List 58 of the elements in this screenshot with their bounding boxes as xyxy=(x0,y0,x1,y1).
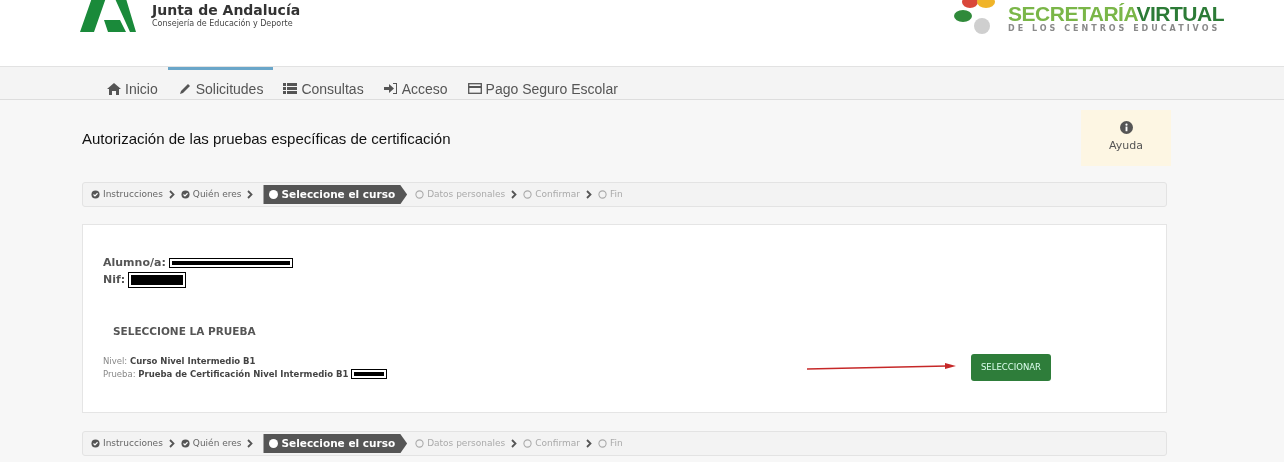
chevron-icon xyxy=(511,439,518,448)
step-item: Fin xyxy=(597,187,623,202)
step-item: Seleccione el curso xyxy=(263,184,408,205)
step-item: Instrucciones xyxy=(91,436,163,451)
organization-name: Junta de Andalucía xyxy=(152,2,301,18)
check-circle-icon xyxy=(91,190,100,199)
check-circle-icon xyxy=(180,190,190,199)
chevron-icon xyxy=(168,439,175,448)
circle-icon xyxy=(415,190,425,199)
level-text: Nivel: Curso Nivel Intermedio B1 xyxy=(103,355,257,368)
chevron-icon xyxy=(247,190,254,199)
brand-subtitle: DE LOS CENTROS EDUCATIVOS xyxy=(1008,24,1222,33)
chevron-icon xyxy=(585,439,592,448)
home-icon xyxy=(107,81,121,95)
info-icon xyxy=(1119,121,1133,135)
circle-icon xyxy=(597,439,607,448)
credit-card-icon xyxy=(467,81,482,95)
chevron-icon xyxy=(511,190,518,199)
circle-icon xyxy=(597,190,607,199)
circle-icon xyxy=(269,439,279,448)
list-icon xyxy=(283,81,298,95)
redaction-mark xyxy=(352,370,387,379)
test-text: Prueba: Prueba de Certificación Nivel Intermedio B1 xyxy=(103,367,349,381)
step-item: Fin xyxy=(597,436,623,451)
nav-tab[interactable]: Solicitudes xyxy=(167,67,274,100)
step-item: Datos personales xyxy=(415,436,506,451)
step-item: Confirmar xyxy=(523,187,580,202)
step-item: Seleccione el curso xyxy=(263,433,408,454)
check-circle-icon xyxy=(180,439,190,448)
help-button[interactable]: Ayuda xyxy=(1081,110,1171,166)
organization-subtitle: Consejería de Educación y Deporte xyxy=(152,18,294,30)
brand-name: SECRETARÍAVIRTUAL xyxy=(1008,3,1224,24)
nav-tab[interactable]: Pago Seguro Escolar xyxy=(457,67,628,100)
redaction-mark xyxy=(129,272,186,287)
student-label: Alumno/a: xyxy=(103,255,166,271)
arrow-icon xyxy=(806,362,957,373)
check-circle-icon xyxy=(91,439,100,448)
chevron-icon xyxy=(585,190,592,199)
circle-icon xyxy=(523,439,533,448)
chevron-icon xyxy=(247,439,254,448)
circle-icon xyxy=(415,439,425,448)
step-item: Datos personales xyxy=(415,187,506,202)
nif-label: Nif: xyxy=(103,271,126,288)
step-item: Instrucciones xyxy=(91,187,163,202)
step-item: Confirmar xyxy=(523,436,580,451)
circle-icon xyxy=(269,190,279,199)
step-item: Quién eres xyxy=(180,187,242,202)
step-item: Quién eres xyxy=(180,436,242,451)
login-icon xyxy=(383,81,398,95)
nav-tab[interactable]: Inicio xyxy=(97,67,168,100)
pencil-icon xyxy=(177,81,192,95)
chevron-icon xyxy=(168,190,175,199)
select-button[interactable]: SELECCIONAR xyxy=(970,353,1051,381)
page-title: Autorización de las pruebas específicas de certificación xyxy=(82,129,451,147)
nav-tab[interactable]: Acceso xyxy=(373,67,458,100)
circle-icon xyxy=(523,190,533,199)
section-title: SELECCIONE LA PRUEBA xyxy=(113,324,257,339)
nav-tab[interactable]: Consultas xyxy=(273,67,374,100)
